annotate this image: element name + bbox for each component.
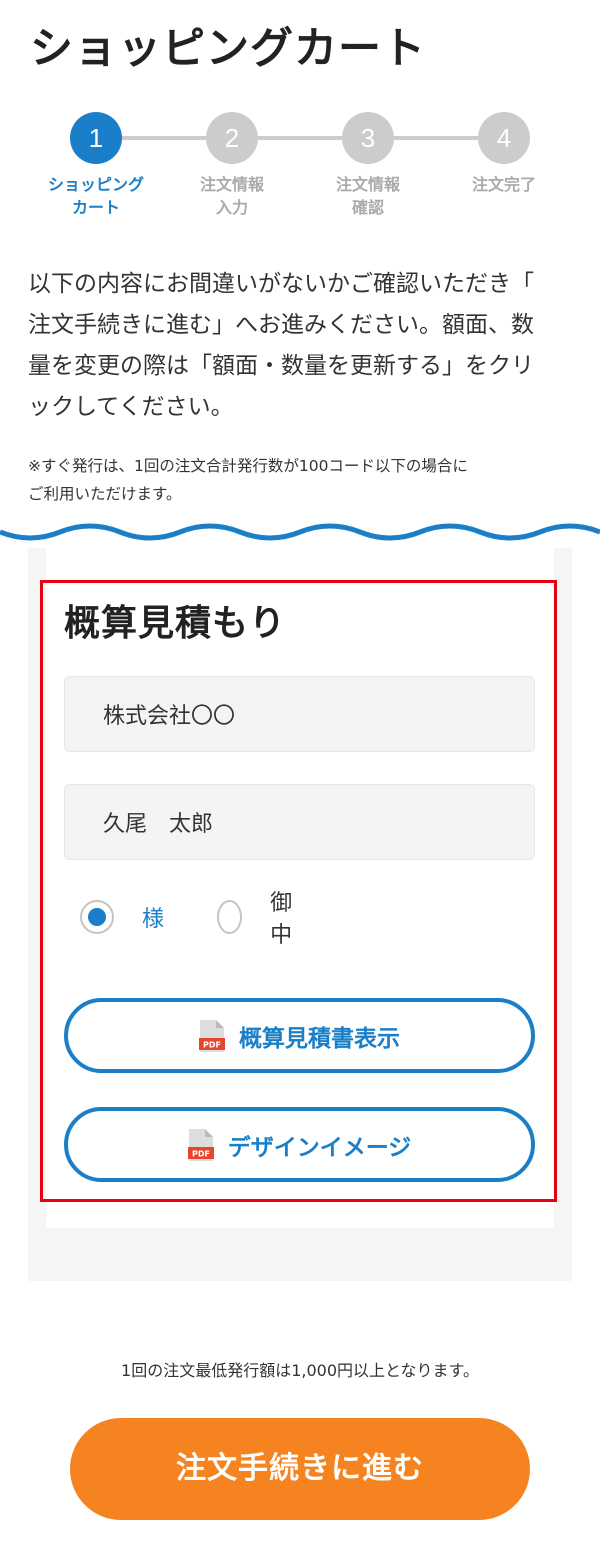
step-4-number: 4 [478,112,530,164]
recipient-name-input[interactable] [64,784,535,860]
step-1: 1 ショッピング カート [36,112,156,219]
proceed-to-order-button[interactable]: 注文手続きに進む [70,1418,530,1520]
intro-text: 以下の内容にお間違いがないかご確認いただき「 注文手続きに進む」へお進みください… [28,271,534,420]
step-1-number: 1 [70,112,122,164]
wave-divider [0,510,600,541]
step-2-number: 2 [206,112,258,164]
svg-text:PDF: PDF [203,1040,221,1049]
show-estimate-button[interactable]: PDF 概算見積書表示 [64,998,535,1073]
step-3-number: 3 [342,112,394,164]
honorific-sama-radio[interactable]: 様 [80,897,164,937]
radio-selected-icon [80,900,114,934]
step-4: 4 注文完了 [444,112,564,196]
minimum-order-note: 1回の注文最低発行額は1,000円以上となります。 [121,1361,479,1380]
pdf-file-icon: PDF [187,1128,214,1161]
progress-stepper: 1 ショッピング カート 2 注文情報 入力 3 注文情報 確認 4 注文完了 [0,112,600,222]
step-3: 3 注文情報 確認 [308,112,428,219]
svg-text:PDF: PDF [192,1149,210,1158]
page-title: ショッピングカート [30,24,426,74]
honorific-onchu-radio[interactable]: 御中 [217,891,301,948]
step-1-label: ショッピング カート [47,175,144,217]
company-name-input[interactable] [64,676,535,752]
honorific-onchu-label: 御中 [270,891,293,948]
issue-note: ※すぐ発行は、1回の注文合計発行数が100コード以下の場合に ご利用いただけます… [28,457,468,503]
design-image-button[interactable]: PDF デザインイメージ [64,1107,535,1182]
step-4-label: 注文完了 [471,175,536,194]
design-image-label: デザインイメージ [227,1134,412,1161]
step-2: 2 注文情報 入力 [172,112,292,219]
honorific-sama-label: 様 [142,907,165,932]
stepper-line [96,136,504,140]
step-2-label: 注文情報 入力 [199,175,264,217]
pdf-file-icon: PDF [199,1019,225,1052]
radio-unselected-icon [217,900,243,934]
estimate-title: 概算見積もり [64,603,287,644]
show-estimate-label: 概算見積書表示 [239,1025,400,1052]
step-3-label: 注文情報 確認 [335,175,400,217]
